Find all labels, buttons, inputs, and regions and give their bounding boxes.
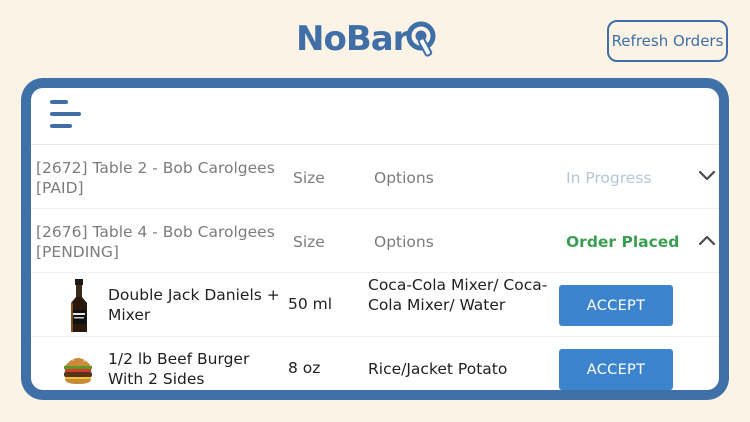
order-row[interactable]: [2676] Table 4 - Bob Carolgees [PENDING]… <box>31 210 719 273</box>
list-item: 1/2 lb Beef Burger With 2 Sides 8 oz Ric… <box>31 338 719 390</box>
order-title: [2676] Table 4 - Bob Carolgees [PENDING] <box>36 223 275 261</box>
order-row[interactable]: [2672] Table 2 - Bob Carolgees [PAID] Si… <box>31 146 719 209</box>
refresh-orders-button[interactable]: Refresh Orders <box>607 20 728 62</box>
accept-button[interactable]: ACCEPT <box>559 285 673 326</box>
chevron-up-icon[interactable] <box>699 235 715 245</box>
burger-icon <box>64 356 92 384</box>
orders-panel: [2672] Table 2 - Bob Carolgees [PAID] Si… <box>31 88 719 390</box>
app-header: NoBar Refresh Orders <box>0 0 750 78</box>
panel-toolbar <box>31 88 719 145</box>
item-name: 1/2 lb Beef Burger With 2 Sides <box>108 350 250 388</box>
whiskey-bottle-icon <box>71 279 87 332</box>
accept-button[interactable]: ACCEPT <box>559 349 673 390</box>
chevron-down-icon[interactable] <box>699 171 715 181</box>
item-options: Rice/Jacket Potato <box>368 360 508 378</box>
options-header: Options <box>374 169 434 187</box>
item-options: Coca-Cola Mixer/ Coca-Cola Mixer/ Water <box>368 276 548 314</box>
menu-icon[interactable] <box>48 98 84 130</box>
item-size: 50 ml <box>288 295 333 313</box>
size-header: Size <box>293 169 325 187</box>
app-logo: NoBar <box>296 14 436 64</box>
list-item: Double Jack Daniels + Mixer 50 ml Coca-C… <box>31 274 719 337</box>
size-header: Size <box>293 233 325 251</box>
logo-q-icon <box>406 21 436 57</box>
options-header: Options <box>374 233 434 251</box>
item-size: 8 oz <box>288 359 321 377</box>
status-label: Order Placed <box>566 233 680 251</box>
status-label: In Progress <box>566 169 652 187</box>
item-name: Double Jack Daniels + Mixer <box>108 286 280 324</box>
logo-text: NoBar <box>296 19 409 59</box>
order-title: [2672] Table 2 - Bob Carolgees [PAID] <box>36 159 275 197</box>
